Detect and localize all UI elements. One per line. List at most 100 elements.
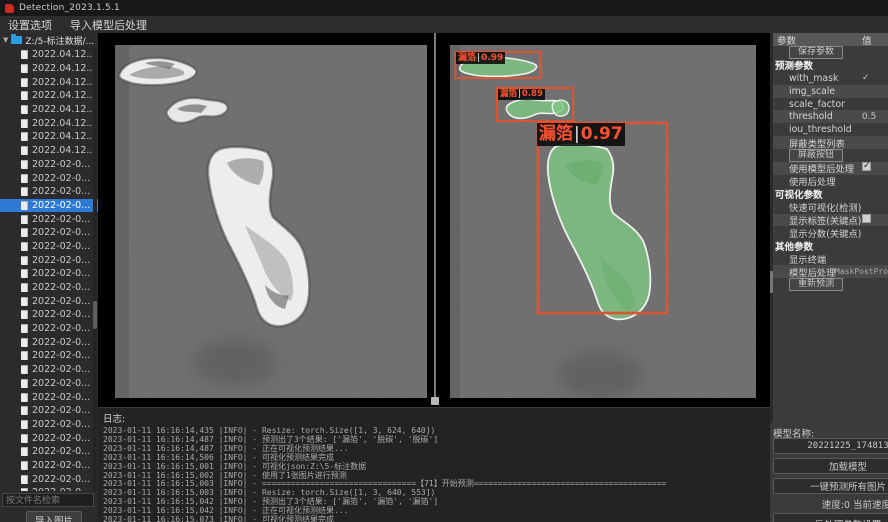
file-icon — [21, 447, 28, 456]
file-item[interactable]: 2022-02-0... — [0, 377, 98, 391]
param-label: 使用后处理 — [773, 174, 862, 188]
file-item[interactable]: 2022-02-0... — [0, 335, 98, 349]
folder-icon — [11, 36, 22, 44]
file-item-label: 2022-02-0... — [32, 419, 90, 430]
param-row[interactable]: with_mask✓ — [773, 72, 888, 85]
file-item[interactable]: 2022-02-0... — [0, 212, 98, 226]
file-item[interactable]: 2022-02-0... — [0, 349, 98, 363]
param-value[interactable] — [862, 214, 871, 226]
param-value[interactable]: 0.5 — [862, 112, 876, 122]
param-row[interactable]: 使用模型后处理 — [773, 162, 888, 175]
checkbox-empty[interactable] — [862, 214, 871, 223]
defect-blob-1 — [119, 58, 196, 85]
search-input[interactable] — [2, 493, 94, 507]
file-icon — [21, 50, 28, 59]
param-row[interactable]: 屏蔽类型列表 — [773, 136, 888, 149]
file-item[interactable]: 2022-02-0... — [0, 404, 98, 418]
file-item[interactable]: 2022-02-0... — [0, 281, 98, 295]
file-item[interactable]: 2022.04.12... — [0, 62, 98, 76]
file-item[interactable]: 2022-02-0... — [0, 322, 98, 336]
file-item[interactable]: 2022-02-0... — [0, 418, 98, 432]
file-icon — [21, 461, 28, 470]
splitter-handle[interactable] — [431, 397, 439, 405]
file-item[interactable]: 2022-02-0... — [0, 363, 98, 377]
checkbox-checked[interactable] — [862, 162, 871, 171]
param-row[interactable]: 使用后处理 — [773, 175, 888, 188]
menu-import-postprocess[interactable]: 导入模型后处理 — [70, 17, 147, 33]
file-item-label: 2022-02-0... — [32, 392, 90, 403]
file-item[interactable]: 2022-02-0... — [0, 472, 98, 486]
file-item[interactable]: 2022.04.12... — [0, 130, 98, 144]
postprocess-settings-button[interactable]: 后处理参数设置 — [773, 513, 888, 522]
param-row[interactable]: 显示标签(关键点) — [773, 214, 888, 227]
file-item[interactable]: 2022-02-0... — [0, 185, 98, 199]
original-image-panel[interactable] — [115, 45, 427, 398]
param-value[interactable]: MaskPostPro — [835, 267, 888, 276]
file-icon — [21, 269, 28, 278]
log-panel: 日志: 2023-01-11 16:16:14,435 |INFO| - Res… — [98, 407, 770, 522]
param-action-button[interactable]: 屏蔽按钮 — [789, 149, 843, 162]
tree-root[interactable]: ▼ Z:/5-标注数据/... — [0, 33, 98, 47]
param-row[interactable]: threshold0.5 — [773, 110, 888, 123]
file-item[interactable]: 2022-02-0... — [0, 390, 98, 404]
check-icon[interactable]: ✓ — [862, 73, 870, 83]
param-row[interactable]: 显示分数(关键点) — [773, 226, 888, 239]
file-item-label: 2022-02-0... — [32, 364, 90, 375]
param-button-row[interactable]: 保存参数 — [773, 46, 888, 59]
model-name-value[interactable]: 20221225_174813 — [773, 438, 888, 454]
import-images-button[interactable]: 导入图片 — [26, 511, 82, 522]
panel-splitter[interactable] — [434, 33, 436, 405]
detection-class: 漏箔 — [539, 126, 573, 143]
file-item[interactable]: 2022.04.12... — [0, 89, 98, 103]
file-item[interactable]: 2022.04.12... — [0, 103, 98, 117]
file-item[interactable]: 2022.04.12... — [0, 116, 98, 130]
param-row[interactable]: 模型后处理器MaskPostPro — [773, 265, 888, 278]
app-icon — [5, 4, 14, 13]
file-item[interactable]: 2022-02-0... — [0, 294, 98, 308]
param-action-button[interactable]: 保存参数 — [789, 46, 843, 59]
file-item[interactable]: 2022.04.12... — [0, 48, 98, 62]
param-button-row[interactable]: 重新预测 — [773, 278, 888, 291]
file-item-label: 2022-02-0... — [32, 214, 90, 225]
file-item[interactable]: 2022-02-0... — [0, 199, 98, 213]
param-button-row[interactable]: 屏蔽按钮 — [773, 149, 888, 162]
file-item[interactable]: 2022-02-0... — [0, 158, 98, 172]
param-row[interactable]: img_scale — [773, 85, 888, 98]
param-action-button[interactable]: 重新预测 — [789, 278, 843, 291]
file-item-label: 2022-02-0... — [32, 460, 90, 471]
file-item-label: 2022-02-0... — [32, 241, 90, 252]
param-value[interactable] — [862, 162, 871, 174]
load-model-button[interactable]: 加载模型 — [773, 458, 888, 474]
file-item[interactable]: 2022-02-0 — [0, 486, 98, 491]
param-row[interactable]: 快速可视化(检测) — [773, 201, 888, 214]
param-label: 保存参数 — [773, 46, 862, 59]
file-item[interactable]: 2022-02-0... — [0, 253, 98, 267]
menu-settings[interactable]: 设置选项 — [8, 17, 52, 33]
sidebar-scrollbar-thumb[interactable] — [93, 301, 97, 329]
param-label: with_mask — [773, 73, 862, 84]
param-label: 显示标签(关键点) — [773, 213, 862, 227]
file-item[interactable]: 2022-02-0... — [0, 459, 98, 473]
file-item[interactable]: 2022-02-0... — [0, 445, 98, 459]
file-item[interactable]: 2022-02-0... — [0, 267, 98, 281]
file-item[interactable]: 2022-02-0... — [0, 431, 98, 445]
param-section-row: 可视化参数 — [773, 188, 888, 201]
file-icon — [21, 283, 28, 292]
file-item-label: 2022-02-0... — [32, 474, 90, 485]
prediction-image-panel[interactable]: 漏箔|0.99漏箔|0.89漏箔|0.97 — [450, 45, 756, 398]
file-item[interactable]: 2022-02-0... — [0, 171, 98, 185]
file-item[interactable]: 2022.04.12... — [0, 144, 98, 158]
file-item[interactable]: 2022-02-0... — [0, 240, 98, 254]
param-row[interactable]: 显示终端 — [773, 252, 888, 265]
file-item-label: 2022-02-0... — [32, 268, 90, 279]
file-item[interactable]: 2022.04.12... — [0, 75, 98, 89]
sidebar-scrollbar[interactable] — [93, 48, 97, 491]
chevron-down-icon[interactable]: ▼ — [3, 36, 8, 44]
file-item[interactable]: 2022-02-0... — [0, 226, 98, 240]
file-item[interactable]: 2022-02-0... — [0, 308, 98, 322]
param-row[interactable]: iou_threshold — [773, 123, 888, 136]
file-item-label: 2022.04.12... — [32, 77, 95, 88]
param-row[interactable]: scale_factor — [773, 98, 888, 111]
predict-all-button[interactable]: 一键预测所有图片 — [773, 478, 888, 494]
param-label: 屏蔽按钮 — [773, 149, 862, 162]
